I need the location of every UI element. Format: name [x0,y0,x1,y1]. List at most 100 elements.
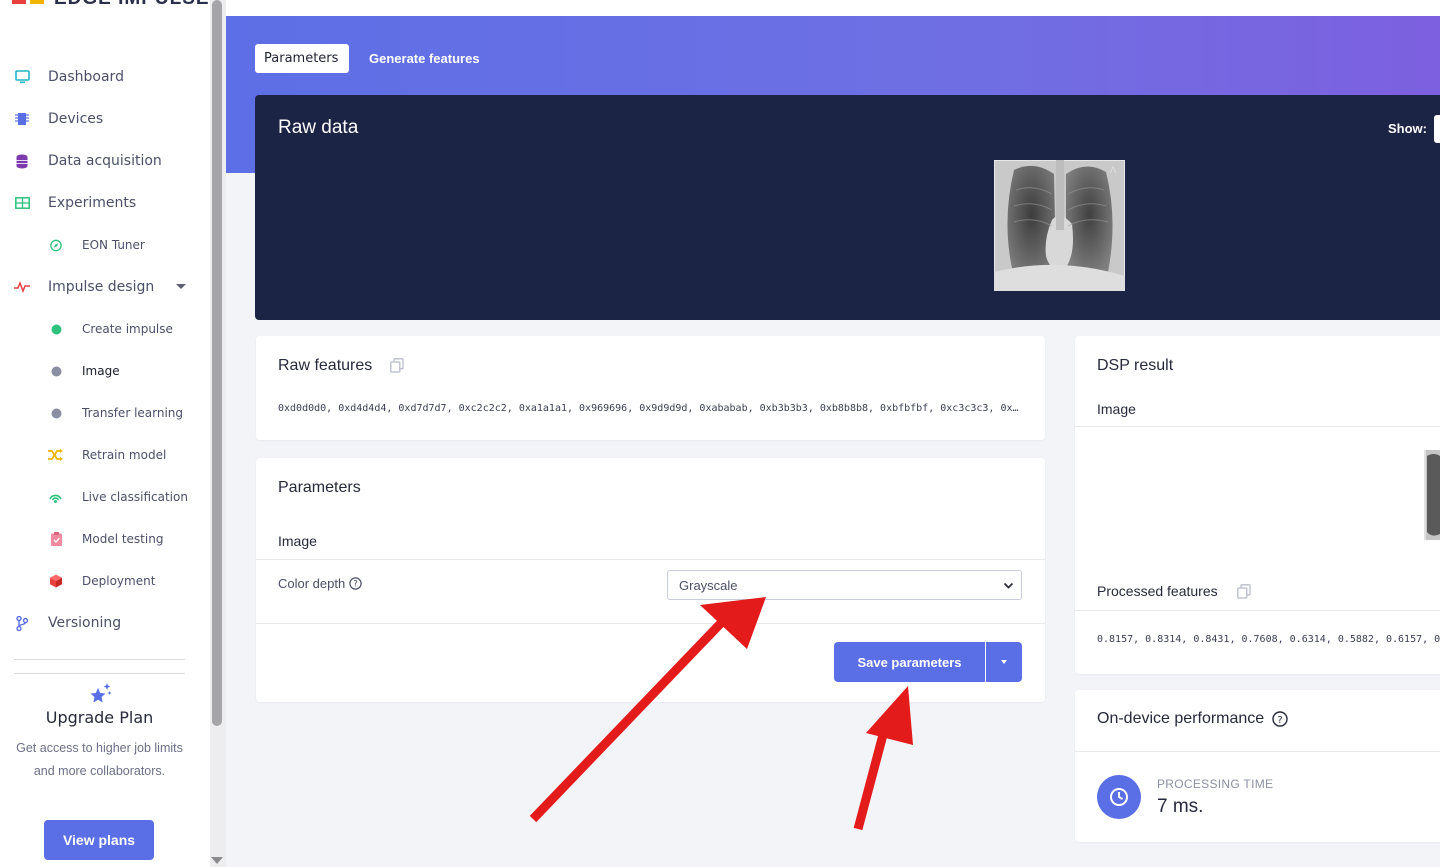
sidebar-scrollbar-thumb[interactable] [212,0,222,726]
sidebar-item-impulse-design[interactable]: Impulse design [0,272,200,302]
sidebar-item-label: Devices [48,111,104,127]
parameters-card: Parameters Image Color depth ? Grayscale… [256,458,1045,702]
box-icon [50,574,62,588]
divider [256,559,1045,560]
upgrade-plan-panel: Upgrade Plan Get access to higher job li… [14,680,185,782]
dsp-image-label: Image [1097,401,1136,417]
pulse-icon [14,279,30,295]
upgrade-plan-title: Upgrade Plan [45,708,154,727]
save-parameters-button[interactable]: Save parameters [834,642,985,682]
sidebar-item-data-acquisition[interactable]: Data acquisition [0,146,200,176]
sidebar-item-label: Transfer learning [82,406,184,420]
show-label: Show: [1388,121,1427,136]
sidebar-item-versioning[interactable]: Versioning [0,608,200,638]
svg-text:Λ: Λ [1110,166,1117,176]
brand-name: EDGE IMPULSE [54,0,210,10]
parameters-title: Parameters [278,479,361,496]
database-icon [14,153,30,169]
processed-features-label: Processed features [1097,583,1218,599]
sidebar-item-label: Impulse design [48,279,155,295]
sidebar-item-label: Image [82,364,120,378]
annotation-arrow-to-save [853,686,913,831]
show-select[interactable] [1434,115,1440,143]
sidebar-item-label: Versioning [48,615,122,631]
edge-impulse-logo [12,0,44,4]
clipboard-icon [50,532,62,546]
sidebar-divider [14,659,185,660]
color-depth-select[interactable]: Grayscale [667,570,1022,600]
processed-features-values: 0.8157, 0.8314, 0.8431, 0.7608, 0.6314, … [1097,634,1440,645]
sidebar: EDGE IMPULSE Dashboard Devices Data acqu… [0,0,210,867]
branch-icon [14,615,30,631]
divider [1075,751,1440,752]
sidebar-item-label: Dashboard [48,69,124,85]
sidebar-item-label: Create impulse [82,322,173,336]
sidebar-item-deployment[interactable]: Deployment [0,566,200,596]
brand[interactable]: EDGE IMPULSE [12,0,210,10]
raw-data-title: Raw data [278,117,359,138]
tab-parameters[interactable]: Parameters [255,44,349,73]
svg-text:?: ? [353,580,358,590]
monitor-icon [14,69,30,85]
sidebar-item-label: EON Tuner [82,238,145,252]
sidebar-item-model-testing[interactable]: Model testing [0,524,200,554]
raw-features-title: Raw features [278,357,373,374]
processing-time-value: 7 ms. [1157,796,1204,817]
sidebar-item-image[interactable]: Image [0,356,200,386]
sidebar-item-transfer-learning[interactable]: Transfer learning [0,398,200,428]
sidebar-item-eon-tuner[interactable]: EON Tuner [0,230,200,260]
top-bar [226,0,1440,16]
dsp-result-title: DSP result [1097,357,1174,374]
shuffle-icon [48,449,63,461]
help-icon[interactable]: ? [349,577,362,590]
help-icon[interactable]: ? [1272,711,1288,727]
sidebar-item-label: Experiments [48,195,137,211]
divider [256,623,1045,624]
sidebar-item-devices[interactable]: Devices [0,104,200,134]
sidebar-item-label: Model testing [82,532,164,546]
sidebar-item-label: Live classification [82,490,188,504]
sidebar-item-retrain-model[interactable]: Retrain model [0,440,200,470]
on-device-performance-card: On-device performance ? PROCESSING TIME … [1075,690,1440,842]
scroll-down-arrow-icon[interactable] [211,857,223,864]
sparkle-star-icon [90,683,112,703]
color-depth-label: Color depth ? [278,576,362,591]
chip-icon [14,111,30,127]
clock-icon [1097,775,1141,819]
tab-generate-features[interactable]: Generate features [360,44,489,73]
sidebar-item-experiments[interactable]: Experiments [0,188,200,218]
sidebar-item-label: Deployment [82,574,156,588]
sidebar-item-label: Data acquisition [48,153,162,169]
dsp-result-card: DSP result Image Processed features 0.81… [1075,336,1440,674]
sidebar-item-live-classification[interactable]: Live classification [0,482,200,512]
sidebar-item-dashboard[interactable]: Dashboard [0,62,200,92]
copy-icon[interactable] [1237,584,1251,599]
divider [1075,610,1440,611]
sidebar-item-create-impulse[interactable]: Create impulse [0,314,200,344]
chest-xray-image: Λ [994,160,1125,291]
dot-icon [50,323,62,335]
color-depth-label-text: Color depth [278,576,346,591]
view-plans-button[interactable]: View plans [44,820,154,860]
parameters-section-title: Image [278,533,317,549]
signal-icon [48,491,63,504]
table-icon [14,195,30,211]
color-depth-selected-value: Grayscale [679,577,738,593]
raw-features-card: Raw features 0xd0d0d0, 0xd4d4d4, 0xd7d7d… [256,336,1045,440]
on-device-performance-title: On-device performance [1097,710,1265,727]
compass-icon [50,239,62,251]
sidebar-item-label: Retrain model [82,448,167,462]
processing-time-label: PROCESSING TIME [1157,777,1274,791]
chevron-down-icon[interactable] [176,284,186,289]
sidebar-divider [14,673,185,674]
copy-icon[interactable] [390,358,404,373]
save-options-dropdown-button[interactable] [986,642,1022,682]
dot-icon [50,407,62,419]
dot-icon [50,365,62,377]
raw-features-values: 0xd0d0d0, 0xd4d4d4, 0xd7d7d7, 0xc2c2c2, … [278,403,1023,414]
chevron-down-icon [1003,582,1014,589]
raw-data-panel: Raw data Show: Λ [255,95,1440,320]
divider [1075,426,1440,427]
upgrade-plan-text: Get access to higher job limits and more… [16,741,183,778]
on-device-performance-header: On-device performance ? [1097,710,1288,728]
